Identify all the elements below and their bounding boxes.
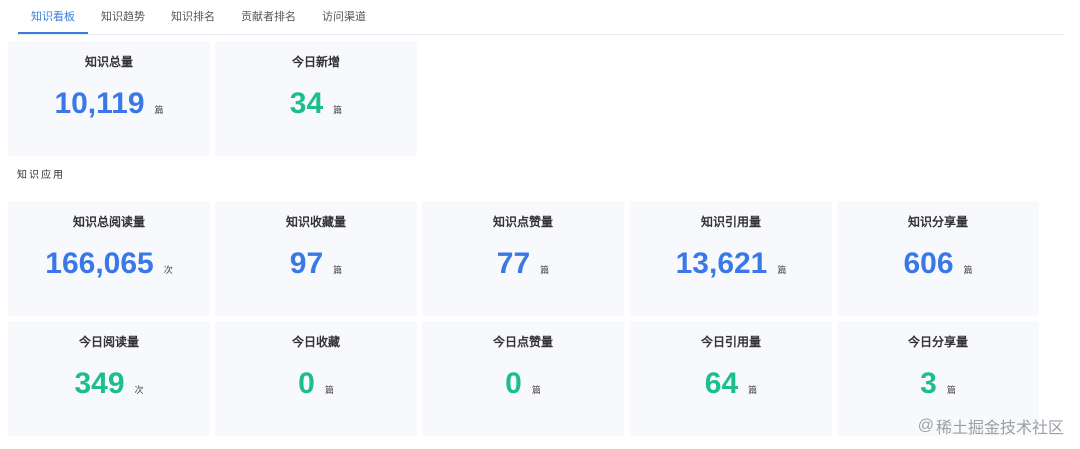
stat-card-unit: 篇 xyxy=(963,265,973,275)
tab-knowledge-board[interactable]: 知识看板 xyxy=(18,0,88,34)
stat-card-title: 知识总阅读量 xyxy=(72,215,145,229)
stat-card-unit: 篇 xyxy=(540,265,550,275)
stat-card-value: 0 xyxy=(298,367,315,400)
stat-card-unit: 篇 xyxy=(748,385,758,395)
stat-card-today-likes: 今日点赞量 0 篇 xyxy=(422,321,624,436)
stat-card-title: 知识点赞量 xyxy=(492,215,553,229)
stat-card-total-likes: 知识点赞量 77 篇 xyxy=(422,201,624,316)
knowledge-dashboard: 知识看板 知识趋势 知识排名 贡献者排名 访问渠道 知识总量 10,119 篇 … xyxy=(0,0,1080,449)
stat-card-title: 知识收藏量 xyxy=(285,215,346,229)
stat-card-title: 今日引用量 xyxy=(700,335,761,349)
stat-card-today-favorites: 今日收藏 0 篇 xyxy=(215,321,417,436)
stat-card-total-favorites: 知识收藏量 97 篇 xyxy=(215,201,417,316)
stat-card-title: 今日阅读量 xyxy=(78,335,139,349)
stat-card-value: 97 xyxy=(289,247,324,280)
tab-knowledge-ranking[interactable]: 知识排名 xyxy=(158,0,228,34)
stat-card-total-citations: 知识引用量 13,621 篇 xyxy=(630,201,832,316)
tab-bar: 知识看板 知识趋势 知识排名 贡献者排名 访问渠道 xyxy=(18,0,1064,35)
stat-card-value: 0 xyxy=(505,367,522,400)
stat-card-value: 3 xyxy=(920,367,937,400)
stat-card-title: 知识分享量 xyxy=(907,215,968,229)
stat-card-unit: 篇 xyxy=(531,385,541,395)
stat-card-value: 349 xyxy=(74,367,125,400)
stat-card-title: 今日新增 xyxy=(291,55,340,69)
stat-card-title: 今日收藏 xyxy=(291,335,340,349)
stat-card-today-reads: 今日阅读量 349 次 xyxy=(8,321,210,436)
stat-card-value: 34 xyxy=(289,87,324,120)
at-icon: @ xyxy=(917,417,934,434)
stat-card-today-citations: 今日引用量 64 篇 xyxy=(630,321,832,436)
stat-card-total-reads: 知识总阅读量 166,065 次 xyxy=(8,201,210,316)
stat-card-today-new: 今日新增 34 篇 xyxy=(215,41,417,156)
stat-card-unit: 篇 xyxy=(946,385,956,395)
stat-card-title: 今日点赞量 xyxy=(492,335,553,349)
section-title: 知识应用 xyxy=(17,170,65,181)
stat-card-total-shares: 知识分享量 606 篇 xyxy=(837,201,1039,316)
stat-card-unit: 篇 xyxy=(333,105,343,115)
stat-card-value: 64 xyxy=(704,367,739,400)
stat-card-unit: 篇 xyxy=(777,265,787,275)
stat-card-unit: 次 xyxy=(163,265,173,275)
stat-card-value: 166,065 xyxy=(45,247,154,280)
stat-card-unit: 次 xyxy=(134,385,144,395)
stat-card-total: 知识总量 10,119 篇 xyxy=(8,41,210,156)
stat-card-value: 10,119 xyxy=(54,87,145,120)
stat-card-title: 知识引用量 xyxy=(700,215,761,229)
stat-card-unit: 篇 xyxy=(333,265,343,275)
watermark-text: 稀土掘金技术社区 xyxy=(935,420,1064,437)
stat-card-value: 606 xyxy=(903,247,954,280)
stat-card-value: 77 xyxy=(496,247,531,280)
stat-card-title: 今日分享量 xyxy=(907,335,968,349)
stat-card-value: 13,621 xyxy=(675,247,768,280)
stat-card-unit: 篇 xyxy=(154,105,164,115)
tab-contributor-ranking[interactable]: 贡献者排名 xyxy=(228,0,309,34)
stat-card-unit: 篇 xyxy=(324,385,334,395)
stat-card-title: 知识总量 xyxy=(84,55,133,69)
tab-knowledge-trend[interactable]: 知识趋势 xyxy=(88,0,158,34)
tab-access-channel[interactable]: 访问渠道 xyxy=(309,0,379,34)
watermark: @ 稀土掘金技术社区 xyxy=(918,414,1064,438)
